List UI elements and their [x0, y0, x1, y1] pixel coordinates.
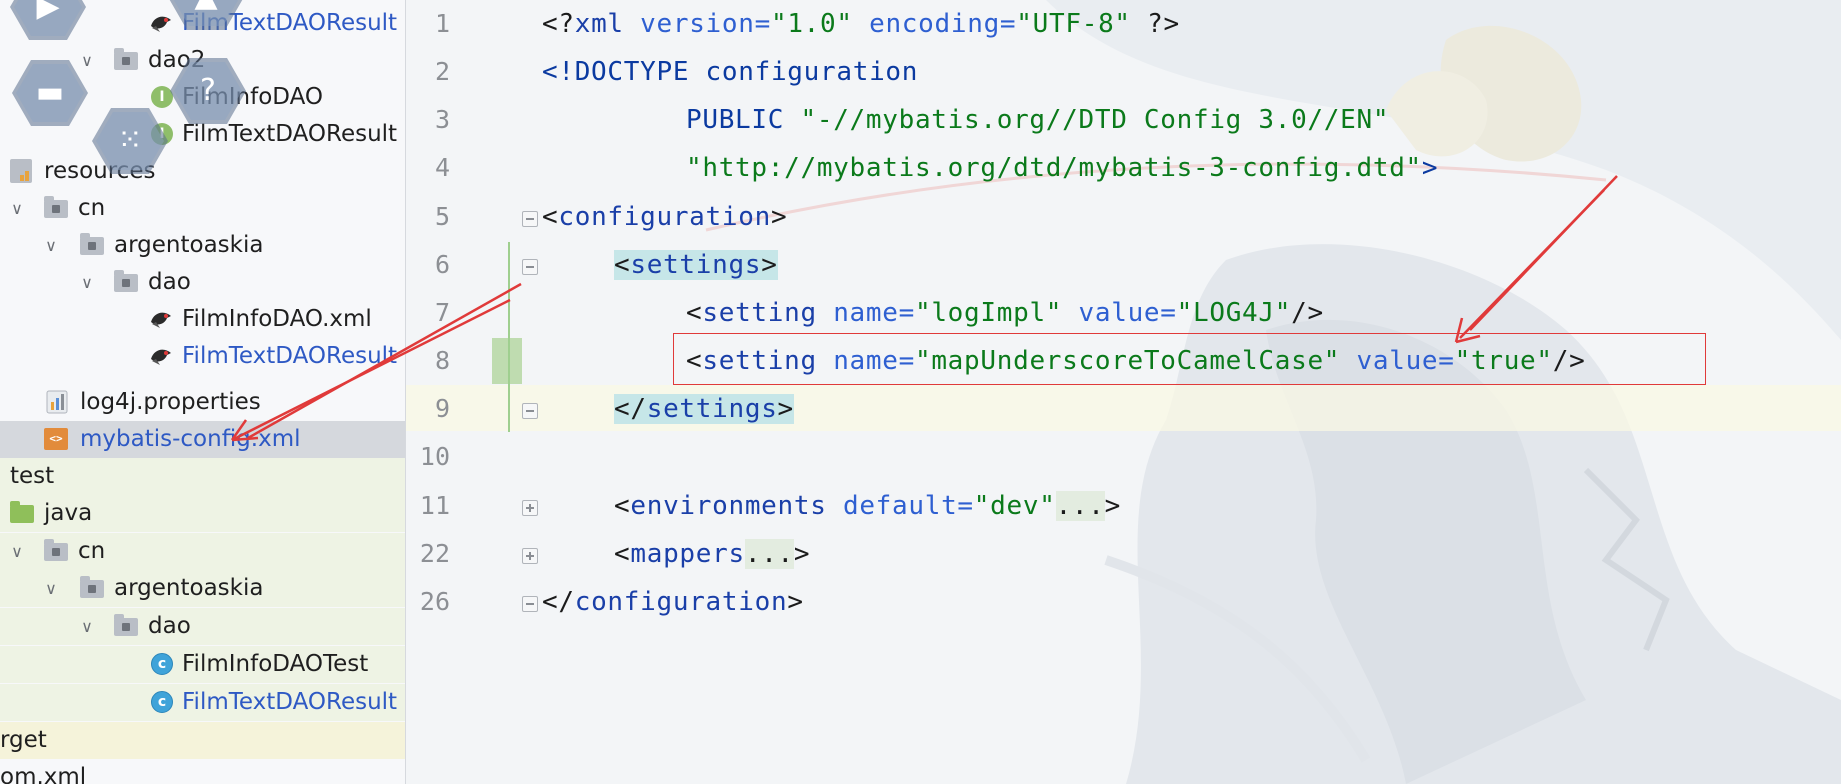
annotation-arrows [230, 175, 1618, 442]
screenshot-root: FilmTextDAOResult ∨ dao2 I FilmInfoDAO I… [0, 0, 1841, 784]
arrow-to-setting-line [1454, 175, 1618, 344]
arrow-to-config-file [230, 282, 522, 442]
